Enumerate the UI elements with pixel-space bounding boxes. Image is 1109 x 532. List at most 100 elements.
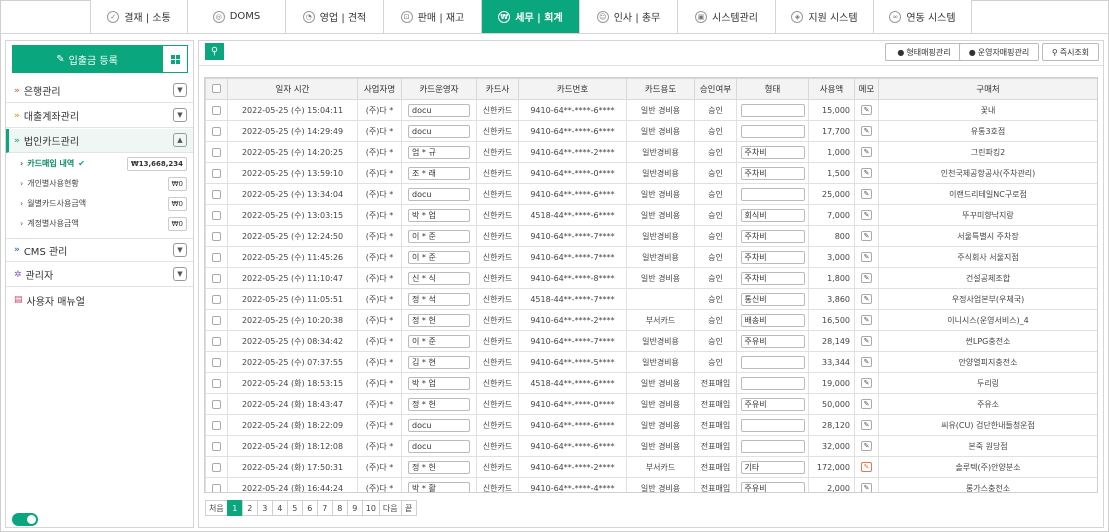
sidebar-section-corp-card[interactable]: » 법인카드관리 ▲ <box>6 129 193 153</box>
card-operator-input[interactable]: 박 * 업 <box>408 376 470 390</box>
row-select-cell[interactable] <box>205 267 228 289</box>
card-operator-input[interactable]: 박 * 활 <box>408 481 470 492</box>
tab-hr[interactable]: ☺ 인사 | 총무 <box>580 0 678 33</box>
table-row[interactable]: 2022-05-24 (화) 18:53:15 (주)다 * 박 * 업 신한카드 45… <box>205 372 1097 394</box>
table-row[interactable]: 2022-05-25 (수) 13:03:15 (주)다 * 박 * 업 신한카드 45… <box>205 204 1097 226</box>
type-input[interactable] <box>740 376 805 390</box>
row-select-cell[interactable] <box>205 414 228 436</box>
select-all-header[interactable] <box>205 78 228 100</box>
memo-edit-icon[interactable]: ✎ <box>861 105 872 115</box>
memo-edit-icon[interactable]: ✎ <box>861 231 872 241</box>
tab-system[interactable]: ▣ 시스템관리 <box>678 0 776 33</box>
tab-won[interactable]: ₩ 세무 | 회계 <box>482 0 580 33</box>
column-header[interactable]: 카드운영자 <box>401 78 477 100</box>
type-mapping-button[interactable]: ● 형태매핑관리 <box>885 43 963 61</box>
row-select-cell[interactable] <box>205 372 228 394</box>
row-checkbox[interactable] <box>212 441 221 451</box>
card-operator-input[interactable]: docu <box>408 439 470 453</box>
table-row[interactable]: 2022-05-24 (화) 18:22:09 (주)다 * docu 신한카드 941… <box>205 414 1097 436</box>
row-select-cell[interactable] <box>205 120 228 142</box>
row-select-cell[interactable] <box>205 330 228 352</box>
chevron-down-icon[interactable]: ▼ <box>173 108 187 122</box>
grid-view-button[interactable] <box>162 45 188 73</box>
card-operator-input[interactable]: 박 * 업 <box>408 208 470 222</box>
sidebar-item-monthly-usage[interactable]: › 월별카드사용금액 ₩0 <box>6 195 193 212</box>
row-checkbox[interactable] <box>212 357 221 367</box>
type-input[interactable]: 주차비 <box>740 166 805 180</box>
memo-edit-icon[interactable]: ✎ <box>861 420 872 430</box>
row-checkbox[interactable] <box>212 462 221 472</box>
table-row[interactable]: 2022-05-24 (화) 17:50:31 (주)다 * 정 * 헌 신한카드 94… <box>205 456 1097 478</box>
chevron-down-icon[interactable]: ▼ <box>173 83 187 97</box>
table-row[interactable]: 2022-05-25 (수) 12:24:50 (주)다 * 이 * 준 신한카드 94… <box>205 225 1097 247</box>
tab-cart[interactable]: ⊡ 판매 | 재고 <box>384 0 482 33</box>
page-first-button[interactable]: 처음 <box>205 500 228 516</box>
table-row[interactable]: 2022-05-24 (화) 18:43:47 (주)다 * 정 * 헌 신한카드 94… <box>205 393 1097 415</box>
table-row[interactable]: 2022-05-25 (수) 08:34:42 (주)다 * 이 * 준 신한카드 94… <box>205 330 1097 352</box>
row-checkbox[interactable] <box>212 168 221 178</box>
column-header[interactable]: 사용액 <box>808 78 855 100</box>
sidebar-section-cms[interactable]: » CMS 관리 ▼ <box>6 238 193 262</box>
page-button[interactable]: 6 <box>301 500 318 516</box>
row-checkbox[interactable] <box>212 294 221 304</box>
sidebar-section-loan[interactable]: » 대출계좌관리 ▼ <box>6 104 193 128</box>
page-button[interactable]: 5 <box>286 500 303 516</box>
table-row[interactable]: 2022-05-25 (수) 14:29:49 (주)다 * docu 신한카드 941… <box>205 120 1097 142</box>
table-row[interactable]: 2022-05-25 (수) 10:20:38 (주)다 * 정 * 헌 신한카드 94… <box>205 309 1097 331</box>
type-input[interactable]: 통신비 <box>740 292 805 306</box>
memo-edit-icon[interactable]: ✎ <box>861 462 872 472</box>
row-checkbox[interactable] <box>212 189 221 199</box>
memo-edit-icon[interactable]: ✎ <box>861 315 872 325</box>
tab-link[interactable]: ∞ 연동 시스템 <box>874 0 972 33</box>
memo-edit-icon[interactable]: ✎ <box>861 210 872 220</box>
type-input[interactable]: 기타 <box>740 460 805 474</box>
page-button[interactable]: 3 <box>256 500 273 516</box>
memo-edit-icon[interactable]: ✎ <box>861 147 872 157</box>
card-operator-input[interactable]: 정 * 헌 <box>408 460 470 474</box>
row-select-cell[interactable] <box>205 162 228 184</box>
sidebar-user-manual[interactable]: ▤ 사용자 매뉴얼 <box>6 288 193 312</box>
column-header[interactable]: 메모 <box>854 78 879 100</box>
chevron-down-icon[interactable]: ▼ <box>173 243 187 257</box>
row-checkbox[interactable] <box>212 210 221 220</box>
memo-edit-icon[interactable]: ✎ <box>861 336 872 346</box>
card-operator-input[interactable]: docu <box>408 187 470 201</box>
table-row[interactable]: 2022-05-25 (수) 14:20:25 (주)다 * 엄 * 규 신한카드 94… <box>205 141 1097 163</box>
page-button[interactable]: 2 <box>241 500 258 516</box>
type-input[interactable] <box>740 124 805 138</box>
memo-edit-icon[interactable]: ✎ <box>861 126 872 136</box>
card-operator-input[interactable]: docu <box>408 418 470 432</box>
page-button[interactable]: 7 <box>316 500 333 516</box>
card-operator-input[interactable]: 이 * 준 <box>408 250 470 264</box>
type-input[interactable]: 주차비 <box>740 271 805 285</box>
page-button[interactable]: 4 <box>271 500 288 516</box>
memo-edit-icon[interactable]: ✎ <box>861 441 872 451</box>
type-input[interactable] <box>740 103 805 117</box>
type-input[interactable]: 주유비 <box>740 481 805 492</box>
type-input[interactable]: 주차비 <box>740 229 805 243</box>
row-select-cell[interactable] <box>205 351 228 373</box>
card-operator-input[interactable]: 정 * 석 <box>408 292 470 306</box>
page-button[interactable]: 10 <box>361 500 380 516</box>
chevron-up-icon[interactable]: ▲ <box>173 133 187 147</box>
sidebar-section-bank[interactable]: » 은행관리 ▼ <box>6 79 193 103</box>
row-select-cell[interactable] <box>205 435 228 457</box>
card-operator-input[interactable]: 엄 * 규 <box>408 145 470 159</box>
type-input[interactable] <box>740 418 805 432</box>
type-input[interactable]: 회식비 <box>740 208 805 222</box>
sidebar-item-card-purchase[interactable]: › 카드매입 내역 ✔ ₩13,668,234 <box>6 155 193 172</box>
sidebar-toggle-switch[interactable] <box>12 513 38 526</box>
column-header[interactable]: 구매처 <box>878 78 1097 100</box>
tab-sales[interactable]: ◔ 영업 | 견적 <box>286 0 384 33</box>
row-select-cell[interactable] <box>205 288 228 310</box>
page-last-button[interactable]: 끝 <box>400 500 417 516</box>
tab-doms[interactable]: ◎ DOMS <box>188 0 286 33</box>
select-all-checkbox[interactable] <box>212 84 221 93</box>
type-input[interactable] <box>740 439 805 453</box>
card-operator-input[interactable]: 김 * 현 <box>408 355 470 369</box>
instant-search-button[interactable]: ⚲ 즉시조회 <box>1042 43 1099 61</box>
column-header[interactable]: 카드사 <box>476 78 519 100</box>
memo-edit-icon[interactable]: ✎ <box>861 357 872 367</box>
row-select-cell[interactable] <box>205 99 228 121</box>
table-row[interactable]: 2022-05-25 (수) 11:45:26 (주)다 * 이 * 준 신한카드 94… <box>205 246 1097 268</box>
